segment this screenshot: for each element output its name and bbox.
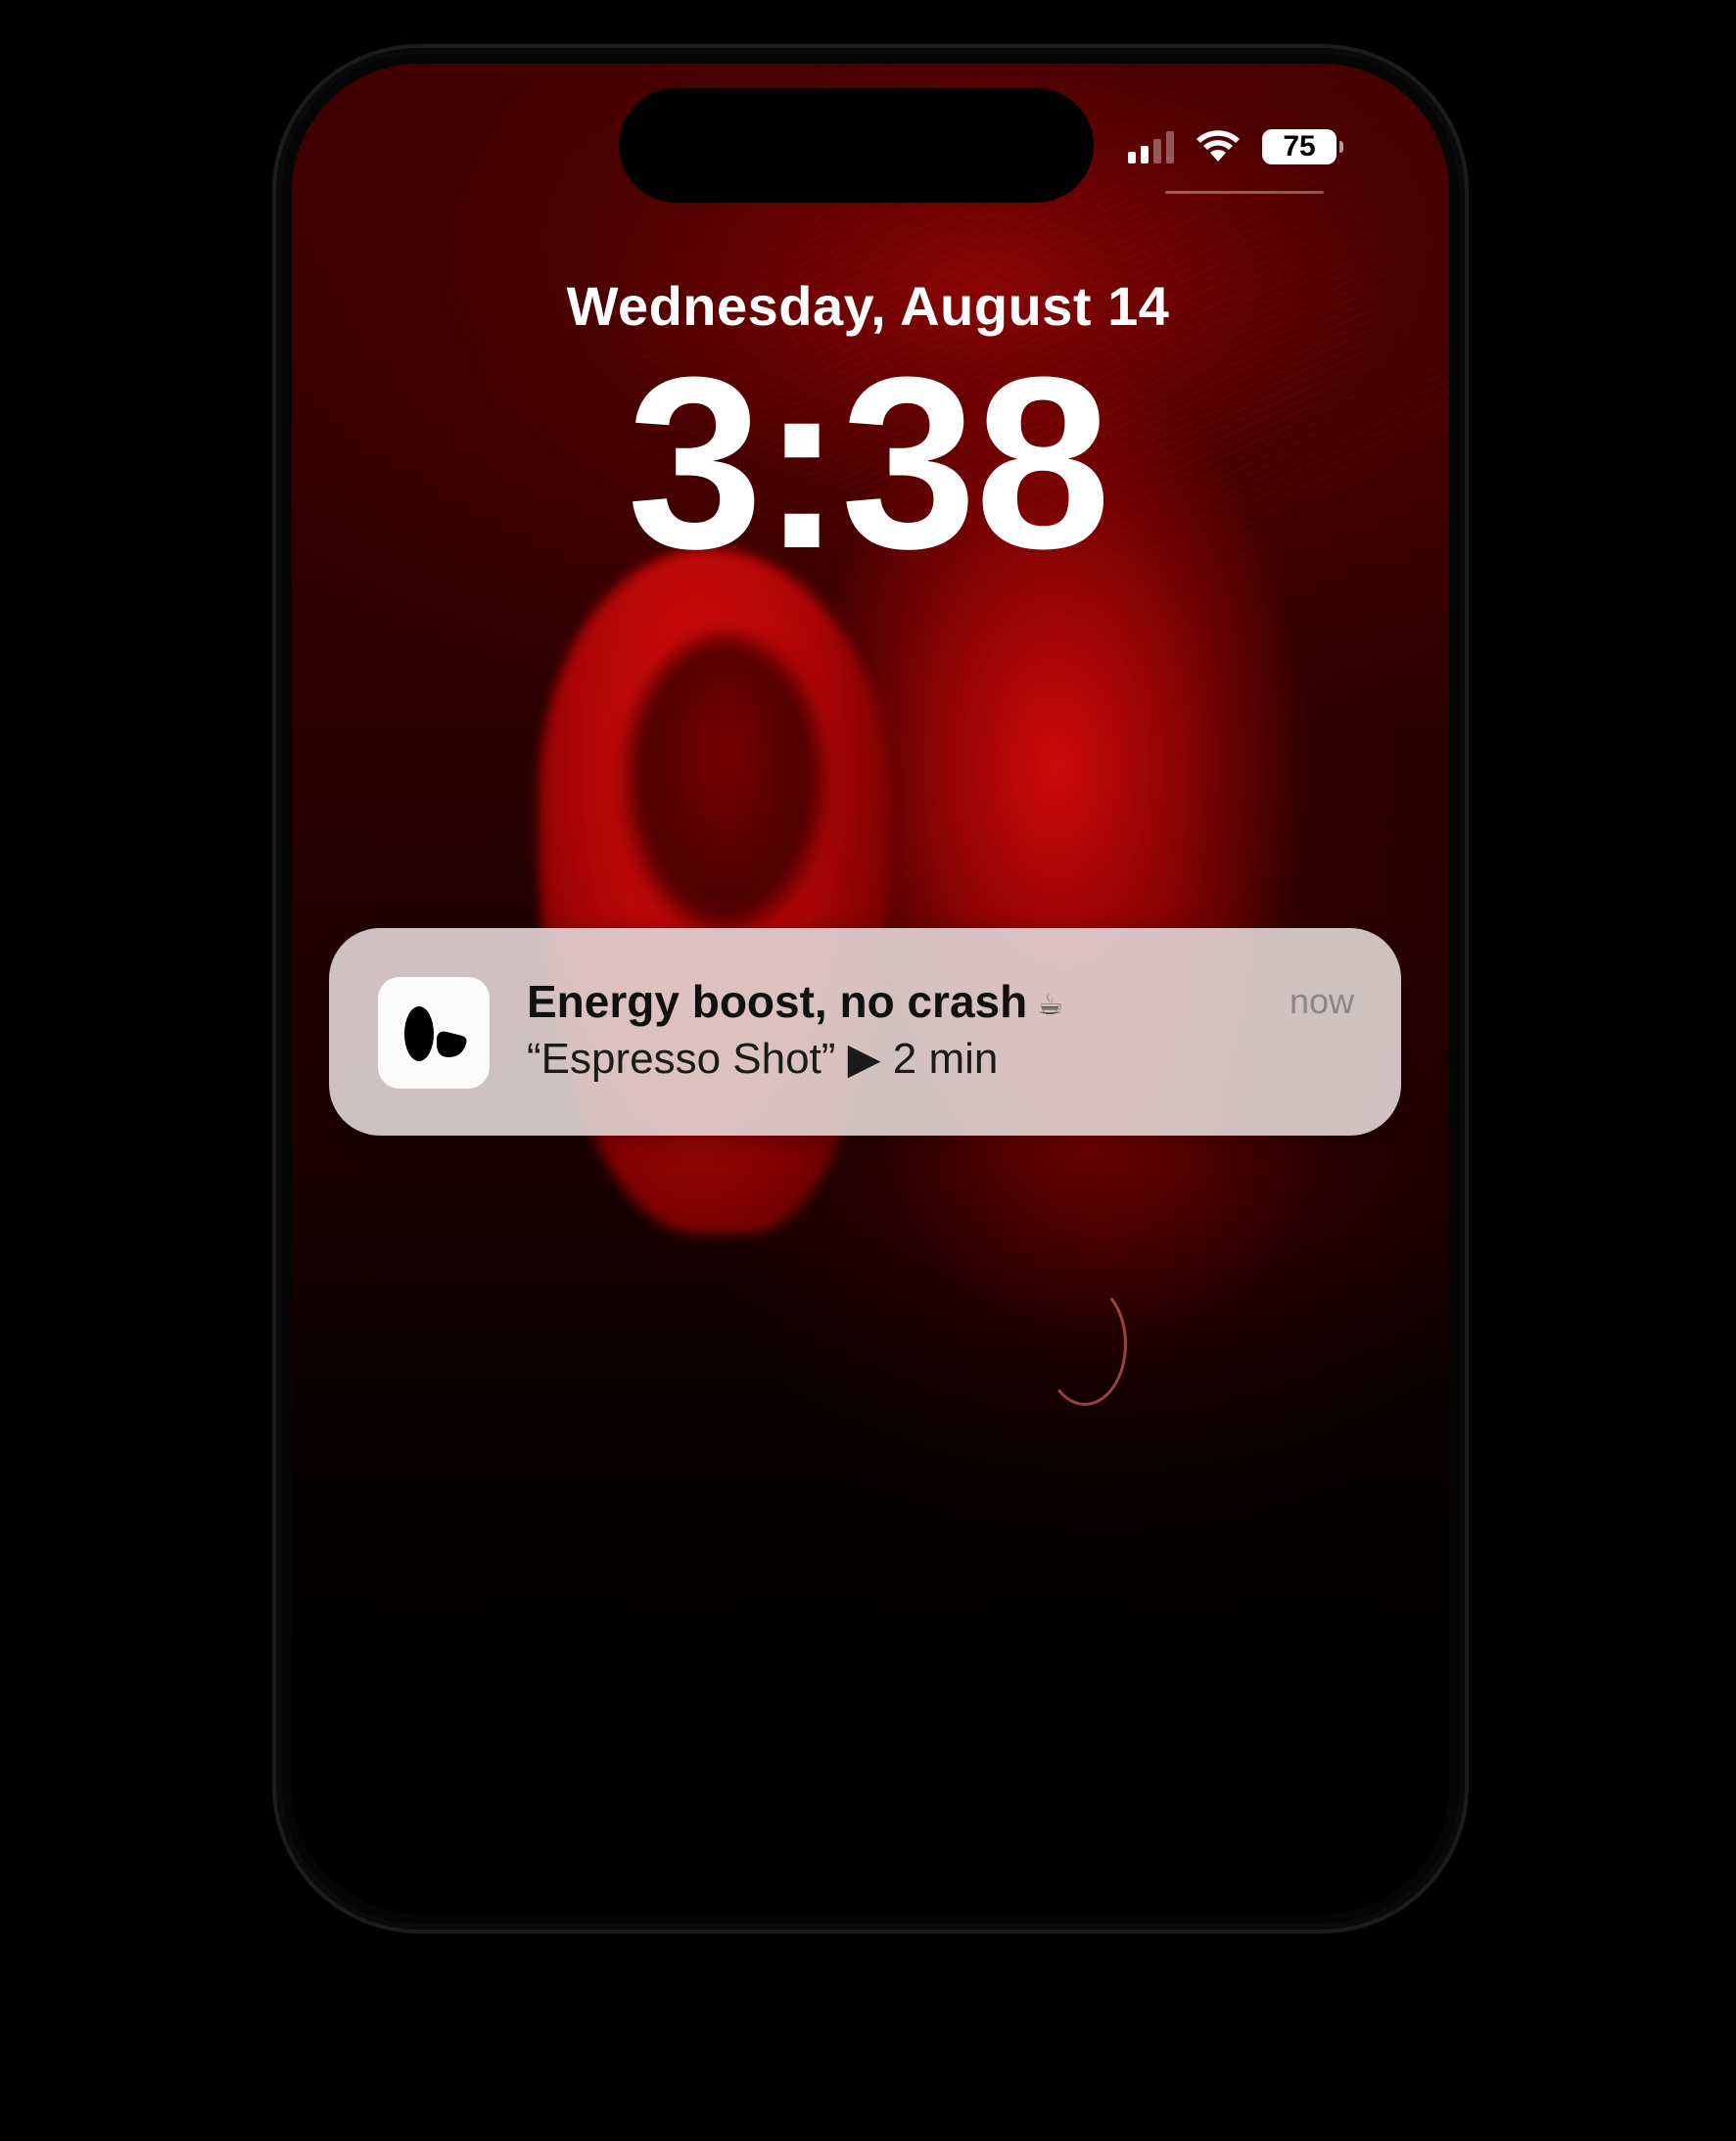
wifi-icon [1196,130,1240,162]
notification-title: Energy boost, no crash ☕ [527,975,1063,1028]
dynamic-island [619,88,1094,203]
coffee-emoji-icon: ☕ [1037,989,1064,1022]
battery-icon: 75 [1262,129,1343,164]
notification-card[interactable]: Energy boost, no crash ☕ “Espresso Shot” … [329,928,1401,1136]
notification-title-text: Energy boost, no crash [527,976,1028,1027]
status-underline [1165,191,1324,194]
notification-timestamp: now [1289,981,1354,1021]
wallpaper-earring [1043,1282,1127,1406]
battery-level: 75 [1283,130,1316,163]
app-logo-icon [378,977,490,1089]
cellular-signal-icon [1128,130,1174,163]
lock-time[interactable]: 3:38 [0,341,1736,585]
wallpaper-ear-shadow [627,636,822,930]
wallpaper-fade [292,1229,1449,1914]
notification-body: “Espresso Shot” ▶ 2 min [527,1035,999,1083]
status-bar: 75 [1128,127,1343,166]
